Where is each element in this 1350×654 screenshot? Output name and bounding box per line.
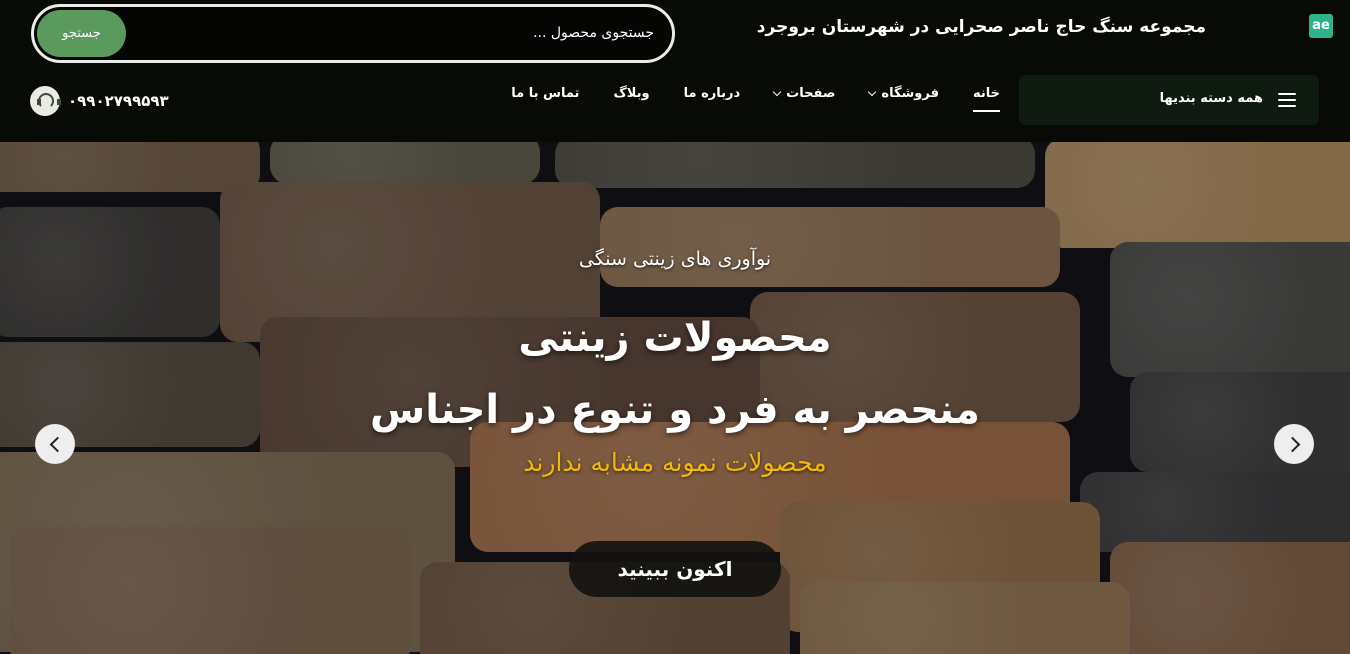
main-nav: خانه فروشگاه صفحات درباره ما وبلاگ تماس … <box>477 86 1001 112</box>
all-categories-button[interactable]: همه دسته بندیها <box>1019 75 1319 125</box>
nav-home[interactable]: خانه <box>972 86 1001 112</box>
hero-title: محصولات زینتی منحصر به فرد و تنوع در اجن… <box>0 302 1350 446</box>
hamburger-menu-icon <box>1278 93 1296 107</box>
nav-pages[interactable]: صفحات <box>772 86 835 101</box>
nav-blog[interactable]: وبلاگ <box>613 86 649 101</box>
nav-about[interactable]: درباره ما <box>684 86 741 101</box>
headset-icon <box>30 86 61 116</box>
all-categories-label: همه دسته بندیها <box>1159 91 1263 106</box>
search-bar: جستجو <box>31 4 675 63</box>
nav-shop[interactable]: فروشگاه <box>868 86 939 101</box>
site-title[interactable]: مجموعه سنگ حاج ناصر صحرایی در شهرستان بر… <box>757 17 1206 37</box>
hero-kicker: نوآوری های زینتی سنگی <box>578 248 772 270</box>
hero-subtitle: محصولات نمونه مشابه ندارند <box>523 448 827 477</box>
chevron-down-icon <box>772 87 782 96</box>
site-header: ae مجموعه سنگ حاج ناصر صحرایی در شهرستان… <box>0 0 1350 142</box>
phone-number[interactable]: ۰۹۹۰۲۷۹۹۵۹۳ <box>68 92 169 110</box>
slider-prev-arrow[interactable] <box>35 424 75 464</box>
slider-next-arrow[interactable] <box>1274 424 1314 464</box>
search-input[interactable] <box>154 17 654 49</box>
view-now-button[interactable]: اکنون ببینید <box>569 541 781 597</box>
hero-slider: نوآوری های زینتی سنگی محصولات زینتی منحص… <box>0 142 1350 654</box>
chevron-down-icon <box>868 87 877 96</box>
nav-contact[interactable]: تماس با ما <box>511 86 579 101</box>
hero-title-line-1: محصولات زینتی <box>518 315 832 361</box>
hero-title-line-2: منحصر به فرد و تنوع در اجناس <box>370 387 980 433</box>
site-logo[interactable]: ae <box>1309 14 1333 38</box>
phone-contact[interactable]: ۰۹۹۰۲۷۹۹۵۹۳ <box>30 86 169 116</box>
search-button[interactable]: جستجو <box>37 10 126 57</box>
